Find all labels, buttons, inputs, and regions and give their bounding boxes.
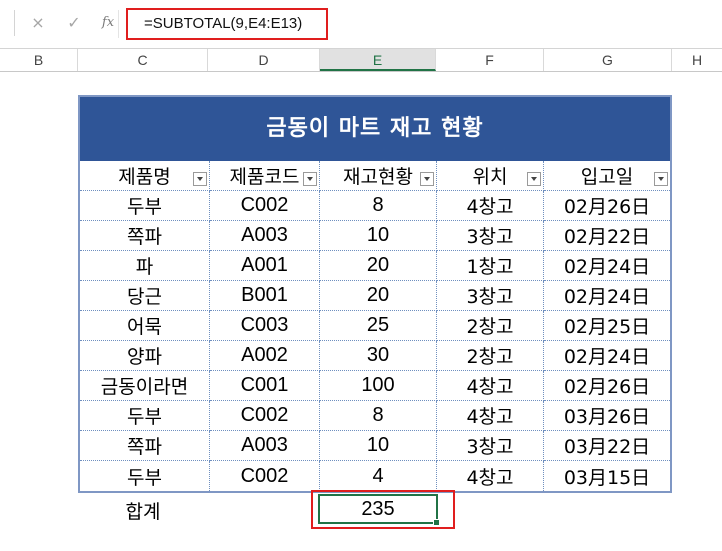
cell-product-code[interactable]: C003 (210, 311, 320, 341)
total-label[interactable]: 합계 (78, 497, 208, 527)
cell-product-code[interactable]: A001 (210, 251, 320, 281)
cell-stock[interactable]: 100 (320, 371, 437, 401)
formula-bar-divider (118, 10, 119, 38)
column-header-d[interactable]: D (208, 49, 320, 71)
cell-location[interactable]: 2창고 (437, 341, 544, 371)
cell-product-code[interactable]: C002 (210, 401, 320, 431)
insert-function-icon[interactable]: fx (98, 12, 118, 34)
cell-location[interactable]: 2창고 (437, 311, 544, 341)
cell-product-name[interactable]: 쪽파 (80, 221, 210, 251)
inventory-table: 금동이 마트 재고 현황 제품명 제품코드 재고현황 위치 입고일 두부 C00… (78, 95, 672, 493)
table-body: 두부 C002 8 4창고 02月26日 쪽파 A003 10 3창고 02月2… (80, 191, 670, 491)
cell-product-name[interactable]: 어묵 (80, 311, 210, 341)
table-header-row: 제품명 제품코드 재고현황 위치 입고일 (80, 161, 670, 191)
table-row: 두부 C002 4 4창고 03月15日 (80, 461, 670, 491)
header-product-code[interactable]: 제품코드 (210, 161, 320, 191)
cell-product-name[interactable]: 금동이라면 (80, 371, 210, 401)
cell-stock[interactable]: 8 (320, 401, 437, 431)
cell-location[interactable]: 4창고 (437, 191, 544, 221)
table-row: 금동이라면 C001 100 4창고 02月26日 (80, 371, 670, 401)
cell-receipt-date[interactable]: 02月24日 (544, 281, 670, 311)
formula-input[interactable]: =SUBTOTAL(9,E4:E13) (126, 8, 328, 40)
header-stock[interactable]: 재고현황 (320, 161, 437, 191)
filter-dropdown-icon[interactable] (193, 172, 207, 186)
column-header-e[interactable]: E (320, 49, 436, 71)
cell-stock[interactable]: 20 (320, 251, 437, 281)
table-row: 두부 C002 8 4창고 03月26日 (80, 401, 670, 431)
cell-stock[interactable]: 10 (320, 221, 437, 251)
cell-product-code[interactable]: C001 (210, 371, 320, 401)
cell-receipt-date[interactable]: 03月26日 (544, 401, 670, 431)
cell-receipt-date[interactable]: 02月24日 (544, 341, 670, 371)
cancel-icon[interactable]: × (28, 12, 48, 34)
column-header-g[interactable]: G (544, 49, 672, 71)
column-header-f[interactable]: F (436, 49, 544, 71)
cell-stock[interactable]: 20 (320, 281, 437, 311)
filter-dropdown-icon[interactable] (420, 172, 434, 186)
cell-product-name[interactable]: 두부 (80, 191, 210, 221)
header-label: 제품명 (118, 166, 171, 188)
header-location[interactable]: 위치 (437, 161, 544, 191)
fill-handle[interactable] (433, 519, 440, 526)
cell-product-code[interactable]: C002 (210, 461, 320, 491)
cell-location[interactable]: 3창고 (437, 221, 544, 251)
header-label: 제품코드 (229, 166, 300, 188)
filter-dropdown-icon[interactable] (654, 172, 668, 186)
cell-product-name[interactable]: 당근 (80, 281, 210, 311)
cell-stock[interactable]: 4 (320, 461, 437, 491)
cell-location[interactable]: 4창고 (437, 401, 544, 431)
total-cell[interactable]: 235 (318, 494, 440, 526)
cell-receipt-date[interactable]: 03月15日 (544, 461, 670, 491)
header-label: 재고현황 (343, 166, 413, 188)
cell-receipt-date[interactable]: 03月22日 (544, 431, 670, 461)
column-header-h[interactable]: H (672, 49, 722, 71)
total-value: 235 (361, 498, 395, 520)
cell-product-code[interactable]: A002 (210, 341, 320, 371)
header-receipt-date[interactable]: 입고일 (544, 161, 670, 191)
cell-product-code[interactable]: B001 (210, 281, 320, 311)
cell-receipt-date[interactable]: 02月25日 (544, 311, 670, 341)
cell-product-name[interactable]: 두부 (80, 461, 210, 491)
table-row: 파 A001 20 1창고 02月24日 (80, 251, 670, 281)
name-box-edge[interactable] (0, 10, 15, 36)
table-row: 양파 A002 30 2창고 02月24日 (80, 341, 670, 371)
cell-location[interactable]: 1창고 (437, 251, 544, 281)
cell-stock[interactable]: 25 (320, 311, 437, 341)
cell-product-code[interactable]: C002 (210, 191, 320, 221)
table-row: 쪽파 A003 10 3창고 03月22日 (80, 431, 670, 461)
cell-location[interactable]: 4창고 (437, 371, 544, 401)
table-row: 두부 C002 8 4창고 02月26日 (80, 191, 670, 221)
table-row: 당근 B001 20 3창고 02月24日 (80, 281, 670, 311)
header-label: 입고일 (580, 166, 634, 188)
cell-receipt-date[interactable]: 02月22日 (544, 221, 670, 251)
enter-icon[interactable]: ✓ (64, 12, 84, 34)
table-row: 쪽파 A003 10 3창고 02月22日 (80, 221, 670, 251)
table-row: 어묵 C003 25 2창고 02月25日 (80, 311, 670, 341)
cell-stock[interactable]: 10 (320, 431, 437, 461)
cell-product-code[interactable]: A003 (210, 221, 320, 251)
filter-dropdown-icon[interactable] (527, 172, 541, 186)
header-product-name[interactable]: 제품명 (80, 161, 210, 191)
cell-location[interactable]: 3창고 (437, 281, 544, 311)
cell-receipt-date[interactable]: 02月24日 (544, 251, 670, 281)
cell-receipt-date[interactable]: 02月26日 (544, 371, 670, 401)
column-headers: B C D E F G H (0, 49, 722, 72)
cell-product-name[interactable]: 양파 (80, 341, 210, 371)
cell-stock[interactable]: 8 (320, 191, 437, 221)
column-header-b[interactable]: B (0, 49, 78, 71)
cell-product-name[interactable]: 파 (80, 251, 210, 281)
table-title[interactable]: 금동이 마트 재고 현황 (80, 97, 670, 161)
column-header-c[interactable]: C (78, 49, 208, 71)
cell-stock[interactable]: 30 (320, 341, 437, 371)
cell-location[interactable]: 3창고 (437, 431, 544, 461)
cell-product-name[interactable]: 쪽파 (80, 431, 210, 461)
cell-receipt-date[interactable]: 02月26日 (544, 191, 670, 221)
formula-bar: × ✓ fx =SUBTOTAL(9,E4:E13) (0, 0, 722, 49)
cell-product-code[interactable]: A003 (210, 431, 320, 461)
header-label: 위치 (472, 166, 508, 188)
filter-dropdown-icon[interactable] (303, 172, 317, 186)
cell-product-name[interactable]: 두부 (80, 401, 210, 431)
cell-location[interactable]: 4창고 (437, 461, 544, 491)
